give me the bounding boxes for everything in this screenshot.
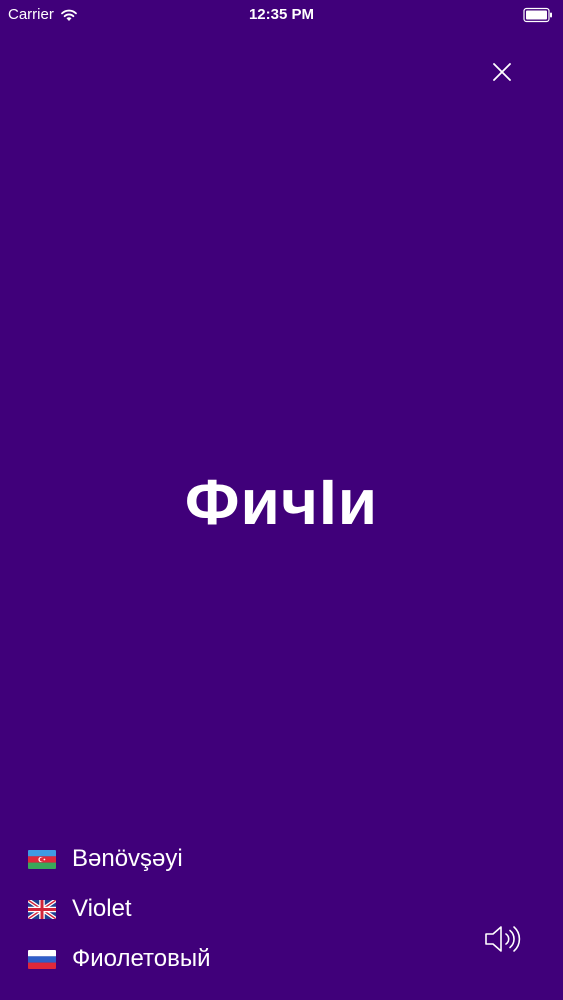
battery-icon: [523, 7, 552, 23]
translation-row-azerbaijani: Bənövşəyi: [28, 834, 211, 884]
azerbaijan-flag-icon: [28, 849, 56, 869]
translation-text: Violet: [72, 895, 132, 922]
translation-text: Bənövşəyi: [72, 845, 183, 872]
russia-flag-icon: [28, 949, 56, 969]
status-bar: Carrier 12:35 PM: [0, 0, 563, 30]
speaker-icon: [485, 926, 521, 952]
speaker-button[interactable]: [482, 920, 522, 958]
status-time: 12:35 PM: [248, 6, 315, 23]
close-icon: [493, 63, 511, 81]
translation-text: Фиолетовый: [72, 945, 211, 972]
close-button[interactable]: [484, 54, 520, 90]
uk-flag-icon: [28, 899, 56, 919]
translations-list: Bənövşəyi Violet Фиолетовый: [28, 834, 211, 984]
translation-row-russian: Фиолетовый: [28, 934, 211, 984]
main-word: ФичӀи: [184, 466, 379, 538]
translation-row-english: Violet: [28, 884, 211, 934]
